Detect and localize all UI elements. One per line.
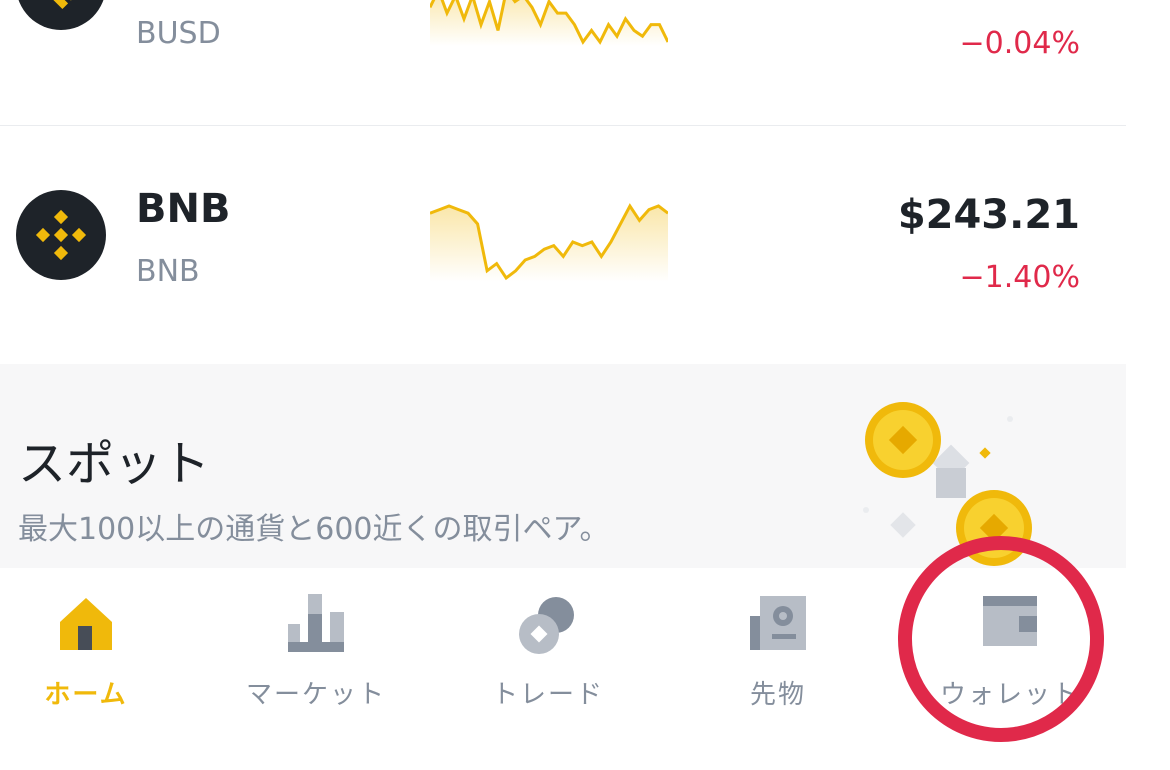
asset-symbol: BNB xyxy=(136,254,200,289)
markets-bar-chart-icon xyxy=(288,594,344,652)
asset-row-busd[interactable]: BUSD −0.04% xyxy=(0,0,1126,125)
tab-futures[interactable]: 先物 xyxy=(688,568,868,728)
tab-home[interactable]: ホーム xyxy=(0,568,176,728)
banner-title: スポット xyxy=(18,436,211,492)
bnb-logo-icon xyxy=(16,190,106,280)
price-sparkline xyxy=(430,0,668,46)
asset-name: BNB xyxy=(136,186,231,232)
tab-markets[interactable]: マーケット xyxy=(226,568,406,728)
tab-label: 先物 xyxy=(749,680,806,710)
asset-symbol: BUSD xyxy=(136,16,221,51)
futures-document-icon xyxy=(750,596,806,650)
sparkline-area xyxy=(430,0,668,46)
asset-price: $243.21 xyxy=(897,192,1080,238)
price-sparkline xyxy=(430,203,668,282)
tab-label: マーケット xyxy=(245,680,386,710)
tab-trade[interactable]: トレード xyxy=(458,568,638,728)
price-change: −0.04% xyxy=(959,26,1080,61)
price-change: −1.40% xyxy=(959,260,1080,295)
asset-row-bnb[interactable]: BNB BNB $243.21 −1.40% xyxy=(0,126,1126,364)
tab-label: ホーム xyxy=(44,680,128,710)
spot-promo-banner[interactable]: スポット 最大100以上の通貨と600近くの取引ペア。 xyxy=(0,364,1126,568)
tab-label: トレード xyxy=(491,680,604,710)
coins-illustration-icon xyxy=(863,402,1032,566)
banner-description: 最大100以上の通貨と600近くの取引ペア。 xyxy=(18,512,610,547)
sparkline-area xyxy=(430,206,668,282)
trade-coins-icon xyxy=(519,597,574,654)
home-icon xyxy=(60,598,112,650)
busd-logo-icon xyxy=(16,0,106,30)
